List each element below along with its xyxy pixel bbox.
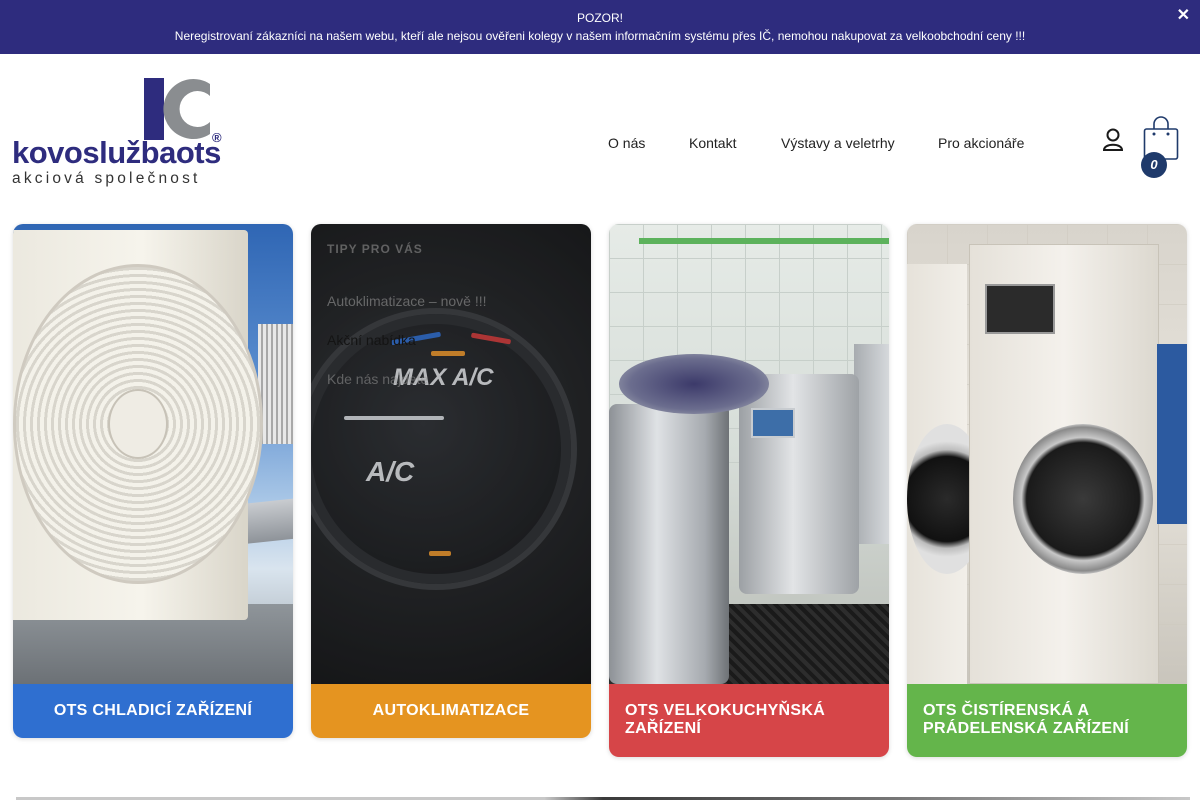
search-icon[interactable] (1074, 136, 1088, 154)
notice-title: POZOR! (576, 11, 623, 25)
category-card-autoklimatizace[interactable]: MAX A/C A/C TIPY PRO VÁS Autoklimatizace… (311, 224, 591, 738)
logo-tagline: akciová společnost (12, 170, 201, 187)
dropdown-item-kde-nas-najdete[interactable]: Kde nás najdete (327, 371, 428, 387)
dropdown-item-autoklimatizace-nove[interactable]: Autoklimatizace – nově !!! (327, 293, 487, 309)
nav-item-pro-akcionare[interactable]: Pro akcionáře (938, 135, 1024, 151)
category-card-cistirenska[interactable]: OTS ČISTÍRENSKÁ A PRÁDELENSKÁ ZAŘÍZENÍ (907, 224, 1187, 757)
logo-mark (144, 78, 210, 140)
site-logo[interactable]: ® kovoslužbaots akciová společnost (12, 78, 226, 188)
dropdown-item-akcni-nabidka[interactable]: Akční nabídka (327, 332, 416, 348)
card-label: OTS CHLADICÍ ZAŘÍZENÍ (13, 684, 293, 738)
main-nav: O nás Kontakt Výstavy a veletrhy Pro akc… (0, 135, 1200, 155)
nav-item-kontakt[interactable]: Kontakt (689, 135, 736, 151)
notice-message: Neregistrovaní zákazníci na našem webu, … (174, 29, 1026, 43)
notice-bar: POZOR! Neregistrovaní zákazníci na našem… (0, 0, 1200, 54)
dropdown-title: TIPY PRO VÁS (327, 242, 423, 256)
card-label: AUTOKLIMATIZACE (311, 684, 591, 738)
close-icon[interactable]: ✕ (1177, 8, 1190, 24)
card-image-kitchen (609, 224, 889, 684)
card-image-laundry (907, 224, 1187, 684)
nav-item-o-nas[interactable]: O nás (608, 135, 645, 151)
cart-count-badge: 0 (1141, 152, 1167, 178)
category-card-velkokuchynska[interactable]: OTS VELKOKUCHYŇSKÁ ZAŘÍZENÍ (609, 224, 889, 757)
card-label: OTS VELKOKUCHYŇSKÁ ZAŘÍZENÍ (609, 684, 889, 757)
user-icon[interactable] (1102, 128, 1124, 152)
card-label: OTS ČISTÍRENSKÁ A PRÁDELENSKÁ ZAŘÍZENÍ (907, 684, 1187, 757)
nav-item-vystavy[interactable]: Výstavy a veletrhy (781, 135, 895, 151)
category-card-chladici[interactable]: OTS CHLADICÍ ZAŘÍZENÍ (13, 224, 293, 738)
card-image-car-ac: MAX A/C A/C TIPY PRO VÁS Autoklimatizace… (311, 224, 591, 684)
card-image-ac-unit (13, 224, 293, 684)
